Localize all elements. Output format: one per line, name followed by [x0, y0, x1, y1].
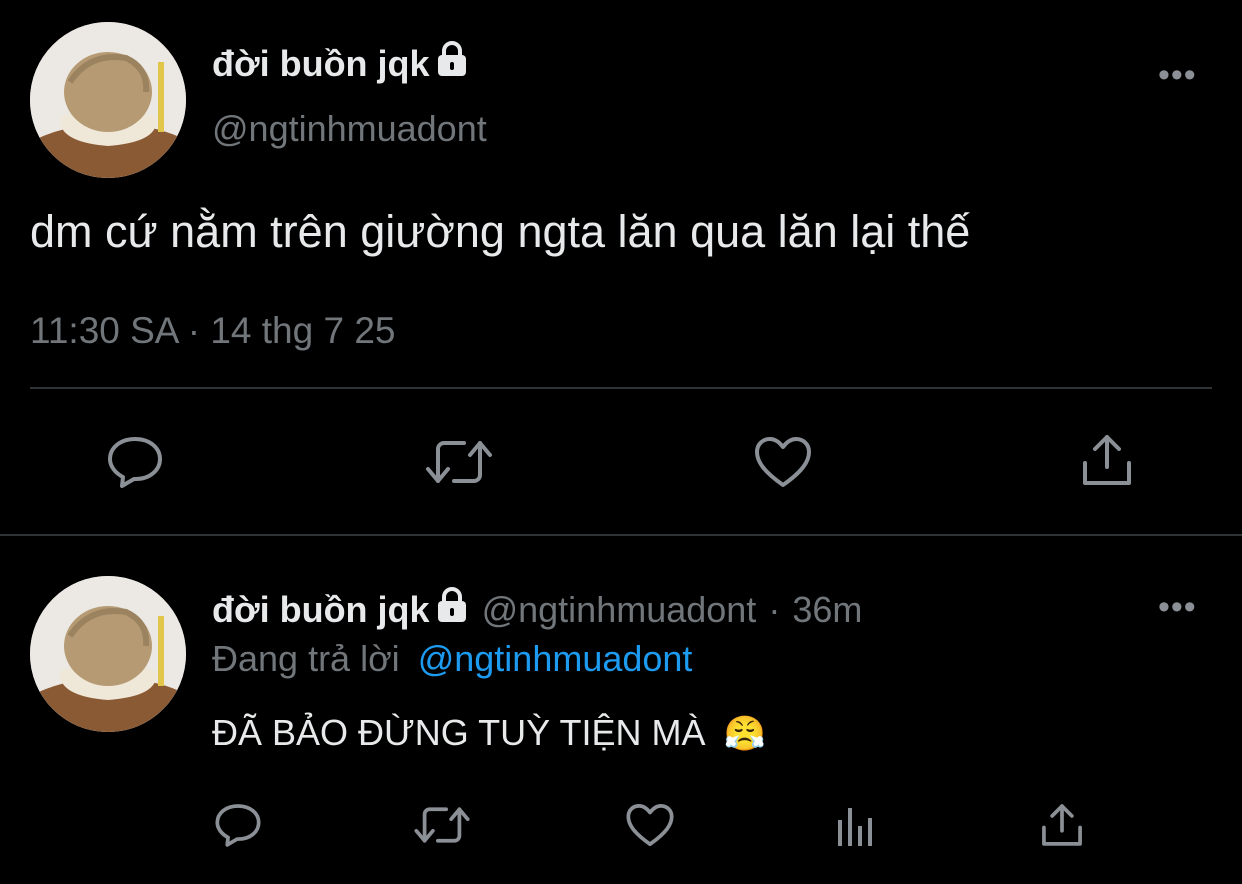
- section-divider: [0, 534, 1242, 536]
- reply-display-name-text: đời buồn jqk: [212, 588, 430, 630]
- retweet-icon: [426, 441, 492, 483]
- lock-icon: [436, 586, 468, 633]
- replying-to: Đang trả lời @ngtinhmuadont: [212, 638, 692, 680]
- share-icon: [1042, 804, 1082, 846]
- handle[interactable]: @ngtinhmuadont: [212, 108, 487, 150]
- steam-face-emoji: 😤: [723, 715, 766, 753]
- reply-text: ĐÃ BẢO ĐỪNG TUỲ TIỆN MÀ 😤: [212, 712, 766, 754]
- views-button[interactable]: [830, 800, 882, 852]
- avatar[interactable]: [30, 22, 186, 178]
- retweet-icon: [414, 807, 470, 843]
- tweet-text: dm cứ nằm trên giường ngta lăn qua lăn l…: [30, 206, 971, 257]
- bar-chart-icon: [838, 808, 872, 846]
- divider: [30, 387, 1212, 389]
- replying-label: Đang trả lời: [212, 638, 400, 679]
- reply-share-button[interactable]: [1034, 798, 1090, 852]
- reply-reply-button[interactable]: [210, 798, 266, 852]
- reply-button[interactable]: [100, 430, 170, 494]
- display-name-text: đời buồn jqk: [212, 42, 430, 84]
- speech-bubble-icon: [215, 804, 261, 847]
- avatar-image: [30, 576, 186, 732]
- more-options-icon[interactable]: •••: [1158, 58, 1197, 92]
- share-icon: [1083, 435, 1131, 485]
- avatar-image: [30, 22, 186, 178]
- display-name[interactable]: đời buồn jqk: [212, 40, 468, 87]
- heart-icon: [626, 803, 674, 847]
- reply-retweet-button[interactable]: [412, 798, 472, 852]
- lock-icon: [436, 40, 468, 87]
- reply-handle[interactable]: @ngtinhmuadont: [482, 589, 757, 631]
- heart-icon: [755, 437, 811, 487]
- reply-more-options-icon[interactable]: •••: [1158, 590, 1197, 624]
- share-button[interactable]: [1072, 428, 1142, 492]
- reply-display-name[interactable]: đời buồn jqk: [212, 586, 468, 633]
- reply-separator: ·: [768, 588, 781, 630]
- reply-header: đời buồn jqk @ngtinhmuadont · 36m: [212, 586, 862, 633]
- reply-like-button[interactable]: [622, 798, 678, 852]
- replying-to-link[interactable]: @ngtinhmuadont: [418, 638, 693, 679]
- retweet-button[interactable]: [422, 430, 496, 494]
- like-button[interactable]: [748, 430, 818, 494]
- speech-bubble-icon: [108, 437, 162, 488]
- tweet-timestamp[interactable]: 11:30 SA · 14 thg 7 25: [30, 310, 395, 352]
- reply-avatar[interactable]: [30, 576, 186, 732]
- reply-text-content: ĐÃ BẢO ĐỪNG TUỲ TIỆN MÀ: [212, 712, 706, 753]
- reply-time[interactable]: 36m: [792, 589, 862, 631]
